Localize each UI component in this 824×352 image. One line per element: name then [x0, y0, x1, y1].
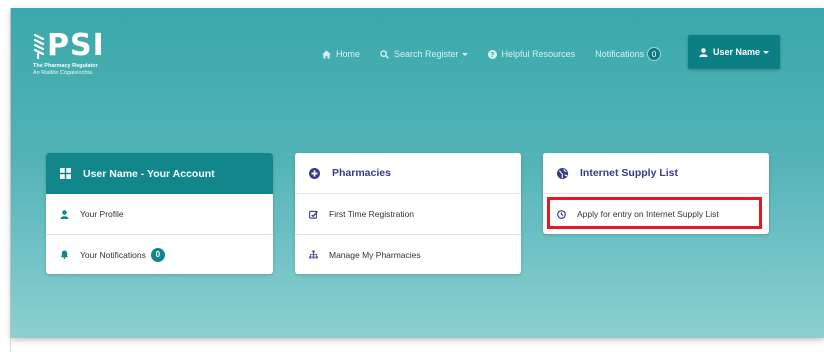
- chevron-down-icon: [763, 50, 770, 54]
- psi-logo[interactable]: PSI The Pharmacy Regulator An Rialtóir C…: [33, 30, 133, 90]
- app-header-area: PSI The Pharmacy Regulator An Rialtóir C…: [11, 8, 824, 338]
- globe-icon: [557, 167, 568, 179]
- logo-wordmark: PSI: [47, 28, 105, 63]
- user-icon: [60, 209, 69, 219]
- svg-text:?: ?: [490, 51, 494, 59]
- first-time-registration-link[interactable]: First Time Registration: [295, 194, 521, 234]
- edit-checkbox-icon: [309, 210, 318, 219]
- clock-icon: [557, 209, 566, 219]
- sitemap-icon: [309, 250, 318, 259]
- your-notifications-label: Your Notifications: [80, 249, 146, 260]
- home-icon: [322, 49, 331, 59]
- nav-helpful-resources[interactable]: ? Helpful Resources: [487, 49, 576, 59]
- bell-icon: [60, 250, 69, 259]
- nav-resources-label: Helpful Resources: [501, 49, 576, 59]
- apply-internet-supply-list-link[interactable]: Apply for entry on Internet Supply List: [543, 194, 769, 234]
- internet-supply-list-card-title: Internet Supply List: [580, 167, 679, 179]
- grid-icon: [60, 168, 71, 179]
- first-time-registration-label: First Time Registration: [329, 209, 415, 219]
- top-navigation: Home Search Register ? Helpful Resources…: [322, 44, 681, 64]
- your-profile-label: Your Profile: [80, 209, 124, 219]
- nav-search-label: Search Register: [394, 49, 459, 59]
- chevron-down-icon: [461, 52, 468, 56]
- pharmacies-card: Pharmacies First Time Registration Manag…: [295, 153, 521, 274]
- apply-internet-supply-list-label: Apply for entry on Internet Supply List: [577, 209, 719, 219]
- manage-my-pharmacies-link[interactable]: Manage My Pharmacies: [295, 234, 521, 274]
- your-profile-link[interactable]: Your Profile: [46, 194, 273, 234]
- nav-home-label: Home: [336, 49, 361, 59]
- notifications-count-badge: 0: [647, 47, 662, 61]
- internet-supply-list-card-header[interactable]: Internet Supply List: [543, 153, 769, 194]
- logo-tagline-english: The Pharmacy Regulator: [33, 63, 98, 69]
- account-card: User Name - Your Account Your Profile Yo…: [46, 153, 273, 274]
- plus-circle-icon: [309, 167, 320, 179]
- account-card-header[interactable]: User Name - Your Account: [46, 153, 273, 194]
- nav-search-register[interactable]: Search Register: [380, 49, 468, 59]
- screenshot-frame: PSI The Pharmacy Regulator An Rialtóir C…: [0, 0, 824, 352]
- question-circle-icon: ?: [487, 49, 497, 59]
- account-card-title: User Name - Your Account: [83, 167, 215, 180]
- internet-supply-list-card: Internet Supply List Apply for entry on …: [543, 153, 769, 234]
- user-menu-label: User Name: [712, 47, 761, 57]
- your-notifications-count-badge: 0: [150, 247, 165, 262]
- nav-home[interactable]: Home: [322, 49, 360, 59]
- logo-tagline-irish: An Rialtóir Cógaisíochta: [33, 70, 93, 76]
- pharmacies-card-header[interactable]: Pharmacies: [295, 153, 521, 194]
- nav-notifications-label: Notifications: [595, 49, 645, 59]
- psi-logo-mark-icon: [33, 33, 45, 59]
- search-icon: [380, 49, 389, 59]
- user-icon: [699, 47, 708, 57]
- nav-notifications[interactable]: Notifications 0: [595, 47, 662, 61]
- pharmacies-card-title: Pharmacies: [332, 167, 391, 179]
- manage-my-pharmacies-label: Manage My Pharmacies: [329, 249, 421, 260]
- user-menu-button[interactable]: User Name: [688, 35, 780, 69]
- your-notifications-link[interactable]: Your Notifications 0: [46, 234, 273, 274]
